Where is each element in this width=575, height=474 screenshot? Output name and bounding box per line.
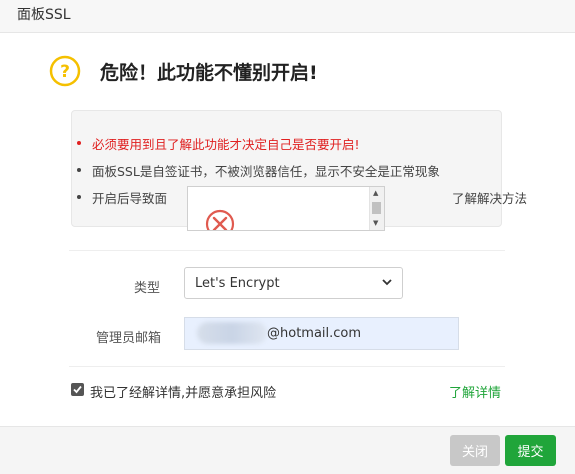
notice-item: 必须要用到且了解此功能才决定自己是否要开启! xyxy=(77,134,360,153)
agree-label: 我已了经解详情,并愿意承担风险 xyxy=(90,386,277,401)
type-label: 类型 xyxy=(134,281,161,296)
dialog-title: 面板SSL xyxy=(17,7,71,23)
scroll-thumb[interactable] xyxy=(372,202,381,214)
chevron-down-icon xyxy=(382,279,392,286)
scroll-up-arrow-icon[interactable]: ▲ xyxy=(373,190,378,197)
dialog-footer: 关闭 提交 xyxy=(0,426,575,474)
warning-title: 危险！此功能不懂别开启! xyxy=(100,62,318,84)
question-warning-icon: ? xyxy=(49,55,81,87)
agree-checkbox[interactable] xyxy=(71,383,84,396)
popup-scrollbar[interactable]: ▲ ▼ xyxy=(369,187,384,230)
check-icon xyxy=(73,385,82,394)
learn-more-link[interactable]: 了解详情 xyxy=(449,382,501,401)
type-select-value: Let's Encrypt xyxy=(195,276,280,291)
close-button[interactable]: 关闭 xyxy=(450,435,500,466)
svg-text:?: ? xyxy=(60,62,70,82)
scroll-down-arrow-icon[interactable]: ▼ xyxy=(373,220,378,227)
email-label: 管理员邮箱 xyxy=(96,331,162,346)
type-select[interactable]: Let's Encrypt xyxy=(184,267,403,299)
email-field[interactable]: @hotmail.com xyxy=(184,317,459,350)
notice-item: 面板SSL是自签证书，不被浏览器信任，显示不安全是正常现象 xyxy=(77,161,440,180)
divider xyxy=(69,366,505,367)
redacted-email-prefix xyxy=(197,322,267,344)
notice-item: 开启后导致面 xyxy=(76,188,167,207)
error-icon xyxy=(205,209,235,230)
email-value: @hotmail.com xyxy=(267,326,362,341)
submit-button[interactable]: 提交 xyxy=(505,435,556,466)
divider xyxy=(69,250,505,251)
dialog-titlebar: 面板SSL xyxy=(0,0,575,33)
overlay-popup: ▲ ▼ xyxy=(187,186,385,231)
notice-item-tail: 了解解决方法 xyxy=(452,191,528,206)
